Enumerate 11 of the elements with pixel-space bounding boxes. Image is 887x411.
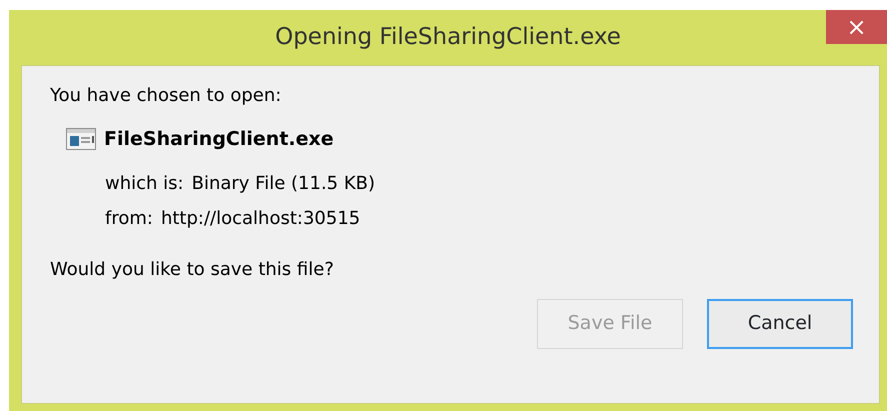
- window-title: Opening FileSharingClient.exe: [275, 23, 621, 52]
- detail-label: from:: [105, 206, 153, 230]
- file-name: FileSharingClient.exe: [104, 127, 334, 152]
- dialog-button[interactable]: Cancel: [707, 298, 853, 348]
- detail-value: http://localhost:30515: [160, 206, 360, 230]
- detail-label: which is:: [105, 172, 184, 196]
- intro-text: You have chosen to open:: [50, 84, 282, 108]
- application-icon: [66, 128, 96, 150]
- detail-value: Binary File (11.5 KB): [192, 172, 376, 196]
- close-button[interactable]: ×: [826, 10, 887, 44]
- question-text: Would you like to save this file?: [50, 258, 335, 282]
